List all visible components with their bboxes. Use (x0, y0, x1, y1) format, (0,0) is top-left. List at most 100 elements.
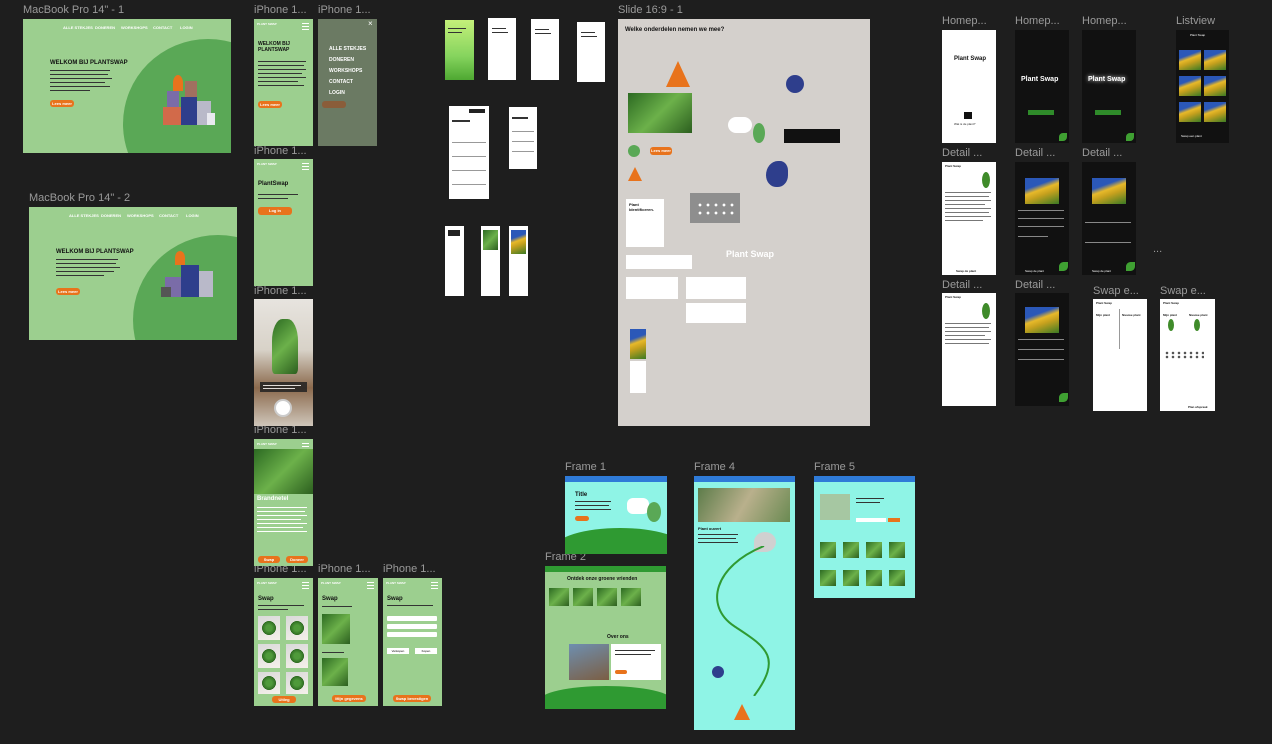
frame-label-swap[interactable]: Swap e... (1160, 285, 1206, 297)
close-icon[interactable]: × (368, 19, 373, 28)
frame-label-detail[interactable]: Detail ... (1082, 147, 1122, 159)
frame-detail-dark[interactable]: Swap de plant (1015, 162, 1069, 275)
sunflower-tile[interactable] (1204, 50, 1226, 70)
frame-label-frame-5[interactable]: Frame 5 (814, 461, 855, 473)
sunflower-tile[interactable] (1179, 50, 1201, 70)
frame-iphone-swap-grid[interactable]: PLANT SWAP Swap Uitleg (254, 578, 313, 706)
menu-item-stekjes[interactable]: ALLE STEKJES (329, 46, 366, 52)
form-input[interactable] (387, 624, 437, 629)
plant-card[interactable] (866, 570, 882, 586)
frame-swap-1[interactable]: Plant Swap Mijn plant Nieuwe plant (1093, 299, 1147, 411)
nav-item-workshops[interactable]: WORKSHOPS (127, 213, 154, 218)
sketch-mobile-list[interactable] (509, 107, 537, 169)
frame-label-slide[interactable]: Slide 16:9 - 1 (618, 4, 683, 16)
plant-tile[interactable] (286, 672, 308, 694)
nav-item-stekjes[interactable]: ALLE STEKJES (69, 213, 99, 218)
frame-label-swap[interactable]: Swap e... (1093, 285, 1139, 297)
swap-button[interactable]: Swap (258, 556, 280, 563)
login-button[interactable]: Log in (258, 207, 292, 215)
sketch-mobile-text[interactable] (445, 226, 464, 296)
sell-toggle[interactable]: Verkopen (387, 648, 409, 654)
hamburger-icon[interactable] (302, 163, 309, 170)
frame-label-homepage[interactable]: Homep... (942, 15, 987, 27)
sunflower-tile[interactable] (1179, 76, 1201, 96)
frame-label-homepage[interactable]: Homep... (1082, 15, 1127, 27)
frame-1[interactable]: Title (565, 476, 667, 554)
cta-button[interactable] (1095, 110, 1121, 115)
plant-card[interactable] (866, 542, 882, 558)
nav-item-doneren[interactable]: DONEREN (95, 25, 115, 30)
time-slots[interactable] (1164, 351, 1204, 359)
search-button[interactable] (888, 518, 900, 522)
frame-label-iphone[interactable]: iPhone 1... (254, 145, 307, 157)
buy-toggle[interactable]: Kopen (415, 648, 437, 654)
hamburger-icon[interactable] (367, 582, 374, 589)
sketch-mobile-image[interactable] (481, 226, 500, 296)
swap-link[interactable]: Swap de plant (1092, 269, 1111, 273)
nav-item-contact[interactable]: CONTACT (153, 25, 172, 30)
menu-item-contact[interactable]: CONTACT (329, 79, 353, 85)
nav-item-stekjes[interactable]: ALLE STEKJES (63, 25, 93, 30)
confirm-swap-button[interactable]: Swap bevestigen (393, 695, 431, 702)
frame-iphone-swap-detail[interactable]: PLANT SWAP Swap Mijn gegevens (318, 578, 378, 706)
plant-tile[interactable] (258, 672, 280, 694)
plant-tile[interactable] (286, 616, 308, 640)
hamburger-icon[interactable] (302, 582, 309, 589)
frame-label-iphone[interactable]: iPhone 1... (254, 4, 307, 16)
sketch-mobile-list[interactable] (449, 106, 489, 199)
nav-item-doneren[interactable]: DONEREN (101, 213, 121, 218)
plant-tile[interactable] (286, 644, 308, 668)
frame-4[interactable]: Plant ouvert (694, 476, 795, 730)
swap-link[interactable]: Swap de plant (1025, 269, 1044, 273)
frame-iphone-plant-detail[interactable]: PLANT SWAP Brandnetel Swap Doneer (254, 439, 313, 566)
sunflower-tile[interactable] (1204, 76, 1226, 96)
plant-card[interactable] (843, 542, 859, 558)
plant-tile[interactable] (258, 644, 280, 668)
hamburger-icon[interactable] (431, 582, 438, 589)
plant-card[interactable] (621, 588, 641, 606)
form-input[interactable] (387, 616, 437, 621)
sketch-mobile-white[interactable] (577, 22, 605, 82)
read-more-button[interactable]: Lees meer (56, 288, 80, 295)
frame-iphone-swap-form[interactable]: PLANT SWAP Swap Verkopen Kopen Swap beve… (383, 578, 442, 706)
frame-label-detail[interactable]: Detail ... (1015, 279, 1055, 291)
cta-button[interactable] (1028, 110, 1054, 115)
frame-homepage-dark[interactable]: Plant Swap (1015, 30, 1069, 143)
frame-label-frame-4[interactable]: Frame 4 (694, 461, 735, 473)
frame-label-macbook-1[interactable]: MacBook Pro 14" - 1 (23, 4, 124, 16)
my-details-button[interactable]: Mijn gegevens (332, 695, 366, 702)
nav-item-contact[interactable]: CONTACT (159, 213, 178, 218)
frame-slide[interactable]: Welke onderdelen nemen we mee? Lees meer… (618, 19, 870, 426)
frame-macbook-1[interactable]: ALLE STEKJES DONEREN WORKSHOPS CONTACT L… (23, 19, 231, 153)
donate-button[interactable]: Doneer (286, 556, 308, 563)
plant-card[interactable] (597, 588, 617, 606)
frame-listview[interactable]: Plant Swap Swap een plant (1176, 30, 1229, 143)
read-more-button[interactable]: Lees meer (650, 147, 672, 155)
hamburger-icon[interactable] (302, 23, 309, 30)
cta-label[interactable]: Wat is de plant? (954, 122, 975, 126)
explain-button[interactable]: Uitleg (272, 696, 296, 703)
frame-label-iphone[interactable]: iPhone 1... (318, 4, 371, 16)
frame-label-frame-1[interactable]: Frame 1 (565, 461, 606, 473)
read-more-button[interactable]: Lees meer (258, 101, 282, 108)
frame-label-listview[interactable]: Listview (1176, 15, 1215, 27)
frame-label-macbook-2[interactable]: MacBook Pro 14" - 2 (29, 192, 130, 204)
menu-item-workshops[interactable]: WORKSHOPS (329, 68, 362, 74)
nav-item-login[interactable]: LOGIN (180, 25, 193, 30)
frame-detail-light[interactable]: Plant Swap Swap de plant (942, 162, 996, 275)
plant-card[interactable] (889, 542, 905, 558)
plan-appointment-link[interactable]: Plan afspraak (1188, 405, 1208, 409)
nav-item-login[interactable]: LOGIN (186, 213, 199, 218)
sketch-mobile-image[interactable] (509, 226, 528, 296)
plant-tile[interactable] (258, 616, 280, 640)
frame-label-iphone[interactable]: iPhone 1... (318, 563, 371, 575)
plant-card[interactable] (820, 570, 836, 586)
cta-button[interactable] (575, 516, 589, 521)
shutter-button[interactable] (274, 399, 292, 417)
form-input[interactable] (387, 632, 437, 637)
plant-card[interactable] (573, 588, 593, 606)
frame-homepage-light[interactable]: Plant Swap Wat is de plant? (942, 30, 996, 143)
frame-detail-dark[interactable] (1015, 293, 1069, 406)
frame-2[interactable]: Ontdek onze groene vrienden Over ons (545, 566, 666, 709)
frame-detail-light[interactable]: Plant Swap (942, 293, 996, 406)
